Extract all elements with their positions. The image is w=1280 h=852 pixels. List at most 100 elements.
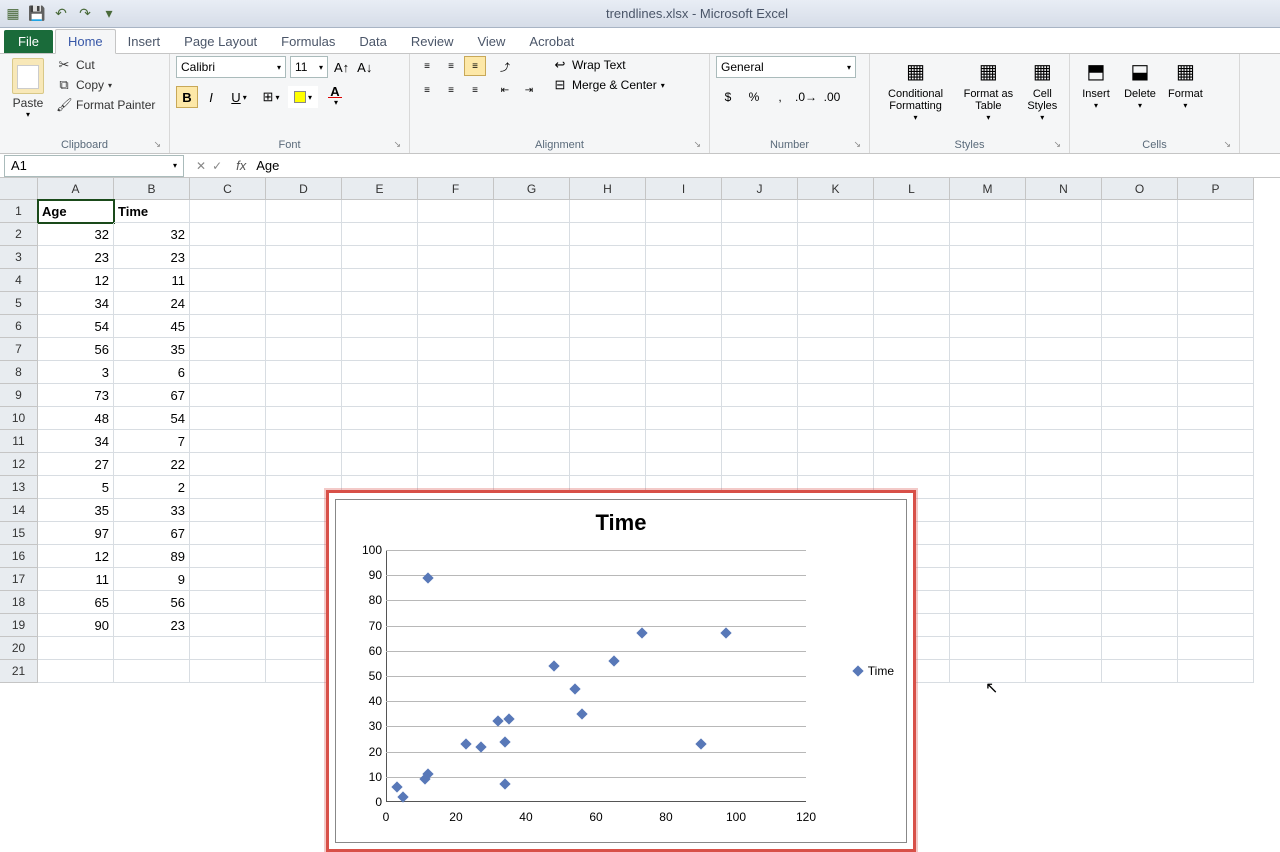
column-header[interactable]: E [342, 178, 418, 200]
cell[interactable] [950, 338, 1026, 361]
cell[interactable] [190, 315, 266, 338]
cell[interactable] [950, 269, 1026, 292]
cell[interactable] [1178, 315, 1254, 338]
cell[interactable] [494, 407, 570, 430]
cell[interactable] [418, 269, 494, 292]
data-point[interactable] [422, 572, 433, 583]
data-point[interactable] [499, 779, 510, 790]
cell[interactable] [874, 246, 950, 269]
cell[interactable] [950, 614, 1026, 637]
cell[interactable] [190, 499, 266, 522]
cell[interactable] [950, 315, 1026, 338]
cell[interactable] [1178, 499, 1254, 522]
align-center-button[interactable]: ≡ [440, 80, 462, 100]
column-header[interactable]: I [646, 178, 722, 200]
cell[interactable] [342, 246, 418, 269]
cell[interactable] [266, 430, 342, 453]
cell[interactable] [874, 292, 950, 315]
orientation-button[interactable]: ⤴ [494, 56, 516, 76]
cell[interactable] [874, 338, 950, 361]
cell[interactable] [798, 338, 874, 361]
cell[interactable] [190, 568, 266, 591]
cell[interactable] [1178, 407, 1254, 430]
data-point[interactable] [608, 655, 619, 666]
cell[interactable] [494, 315, 570, 338]
insert-tab[interactable]: Insert [116, 30, 173, 53]
cell[interactable] [798, 361, 874, 384]
align-bottom-button[interactable]: ≡ [464, 56, 486, 76]
cell[interactable] [570, 430, 646, 453]
cell[interactable] [1178, 269, 1254, 292]
cell[interactable] [1178, 614, 1254, 637]
cell[interactable]: 12 [38, 545, 114, 568]
cell[interactable] [1026, 430, 1102, 453]
row-header[interactable]: 6 [0, 315, 38, 338]
font-name-select[interactable]: Calibri▾ [176, 56, 286, 78]
cell[interactable] [1026, 246, 1102, 269]
data-point[interactable] [636, 627, 647, 638]
cell[interactable] [950, 499, 1026, 522]
cell[interactable] [342, 315, 418, 338]
cell[interactable] [570, 269, 646, 292]
qat-dropdown-icon[interactable]: ▾ [100, 5, 118, 23]
cell[interactable] [950, 545, 1026, 568]
cell[interactable] [1102, 338, 1178, 361]
cell[interactable] [190, 223, 266, 246]
cell[interactable] [1102, 430, 1178, 453]
row-header[interactable]: 18 [0, 591, 38, 614]
font-color-button[interactable]: A [320, 86, 350, 108]
cell[interactable] [190, 591, 266, 614]
conditional-formatting-button[interactable]: ▦Conditional Formatting▾ [876, 56, 955, 126]
row-header[interactable]: 14 [0, 499, 38, 522]
format-painter-button[interactable]: 🖌Format Painter [54, 96, 157, 114]
cell[interactable] [494, 200, 570, 223]
cell[interactable] [1026, 591, 1102, 614]
percent-button[interactable]: % [742, 86, 766, 108]
cell[interactable] [570, 246, 646, 269]
cell[interactable] [1026, 545, 1102, 568]
save-icon[interactable]: 💾 [28, 5, 46, 23]
cell[interactable]: 32 [114, 223, 190, 246]
column-header[interactable]: M [950, 178, 1026, 200]
cell[interactable] [1178, 568, 1254, 591]
cell[interactable] [646, 407, 722, 430]
cell[interactable] [722, 384, 798, 407]
row-header[interactable]: 9 [0, 384, 38, 407]
cell[interactable] [722, 430, 798, 453]
cell[interactable] [494, 430, 570, 453]
cell[interactable] [874, 430, 950, 453]
cell[interactable]: 9 [114, 568, 190, 591]
cell[interactable] [1026, 361, 1102, 384]
merge-center-button[interactable]: ⊟Merge & Center▾ [550, 76, 667, 94]
cell[interactable] [722, 269, 798, 292]
data-point[interactable] [695, 738, 706, 749]
cell[interactable] [798, 269, 874, 292]
undo-icon[interactable]: ↶ [52, 5, 70, 23]
cell[interactable] [342, 453, 418, 476]
cell[interactable] [798, 407, 874, 430]
cell[interactable]: 73 [38, 384, 114, 407]
cell[interactable] [494, 292, 570, 315]
cell[interactable] [570, 384, 646, 407]
cell[interactable] [950, 361, 1026, 384]
redo-icon[interactable]: ↷ [76, 5, 94, 23]
cell[interactable] [570, 315, 646, 338]
row-header[interactable]: 19 [0, 614, 38, 637]
cell[interactable] [418, 338, 494, 361]
cell[interactable] [1026, 660, 1102, 683]
cell[interactable] [1026, 476, 1102, 499]
cell[interactable] [950, 476, 1026, 499]
cell[interactable] [950, 637, 1026, 660]
cell[interactable] [1102, 453, 1178, 476]
decrease-indent-button[interactable]: ⇤ [494, 80, 516, 100]
formula-input[interactable]: Age [252, 158, 1280, 173]
cell[interactable] [190, 545, 266, 568]
cell[interactable] [190, 246, 266, 269]
view-tab[interactable]: View [465, 30, 517, 53]
cell[interactable] [190, 269, 266, 292]
column-header[interactable]: J [722, 178, 798, 200]
cut-button[interactable]: ✂Cut [54, 56, 157, 74]
cell[interactable] [722, 361, 798, 384]
cell[interactable] [418, 361, 494, 384]
cell[interactable] [1102, 384, 1178, 407]
